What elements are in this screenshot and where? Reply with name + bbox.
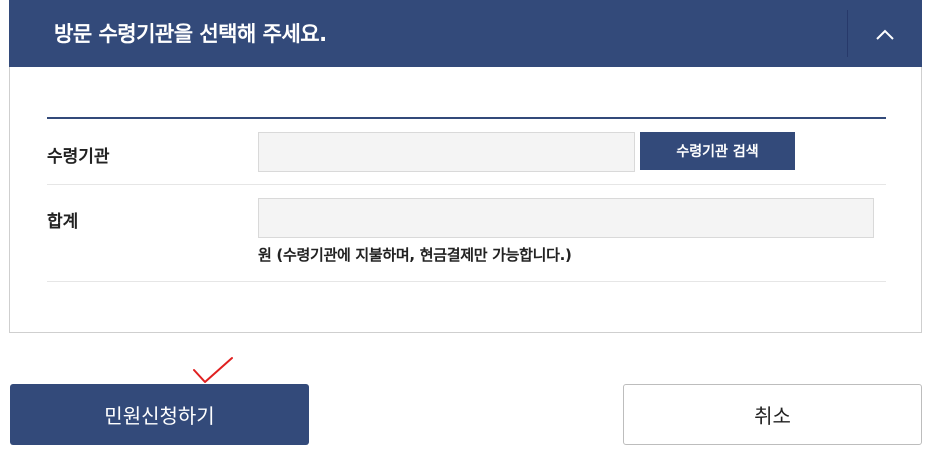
submit-application-button[interactable]: 민원신청하기 <box>10 384 309 445</box>
agency-label: 수령기관 <box>47 147 110 167</box>
total-input[interactable] <box>258 198 874 238</box>
form-top-border <box>47 117 886 119</box>
section-title: 방문 수령기관을 선택해 주세요. <box>54 22 327 46</box>
total-note: 원 (수령기관에 지불하며, 현금결제만 가능합니다.) <box>258 246 572 264</box>
agency-input[interactable] <box>258 132 635 172</box>
row-divider <box>47 281 886 282</box>
collapse-toggle-button[interactable] <box>848 0 922 67</box>
total-label: 합계 <box>47 212 79 232</box>
form-panel: 수령기관 수령기관 검색 합계 원 (수령기관에 지불하며, 현금결제만 가능합… <box>9 67 922 333</box>
chevron-up-icon <box>876 29 894 40</box>
red-checkmark-icon <box>193 357 233 383</box>
cancel-button[interactable]: 취소 <box>623 384 922 445</box>
section-header: 방문 수령기관을 선택해 주세요. <box>9 0 922 67</box>
row-divider <box>47 184 886 185</box>
agency-search-button[interactable]: 수령기관 검색 <box>640 132 795 170</box>
